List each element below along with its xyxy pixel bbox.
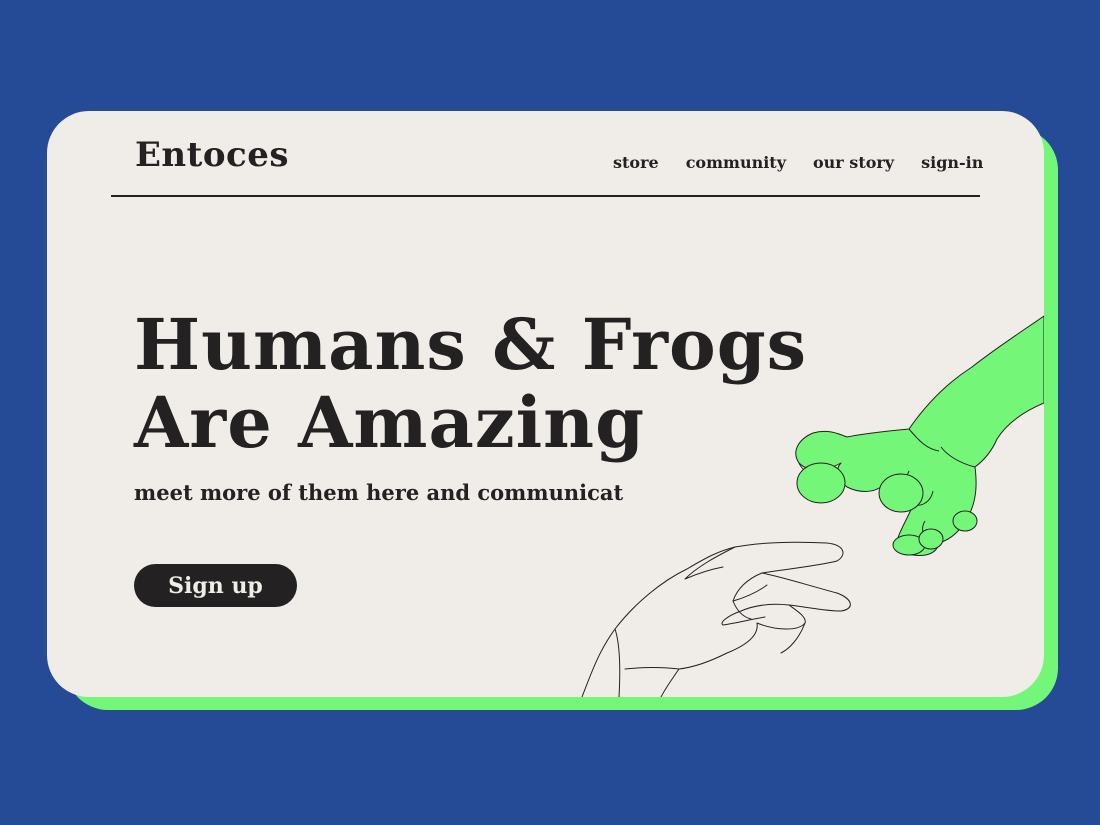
hands-illustration xyxy=(581,315,1044,697)
hero-card: Entoces store community our story sign-i… xyxy=(47,111,1044,697)
frog-hand-icon xyxy=(795,315,1044,556)
human-hand-icon xyxy=(581,541,851,697)
